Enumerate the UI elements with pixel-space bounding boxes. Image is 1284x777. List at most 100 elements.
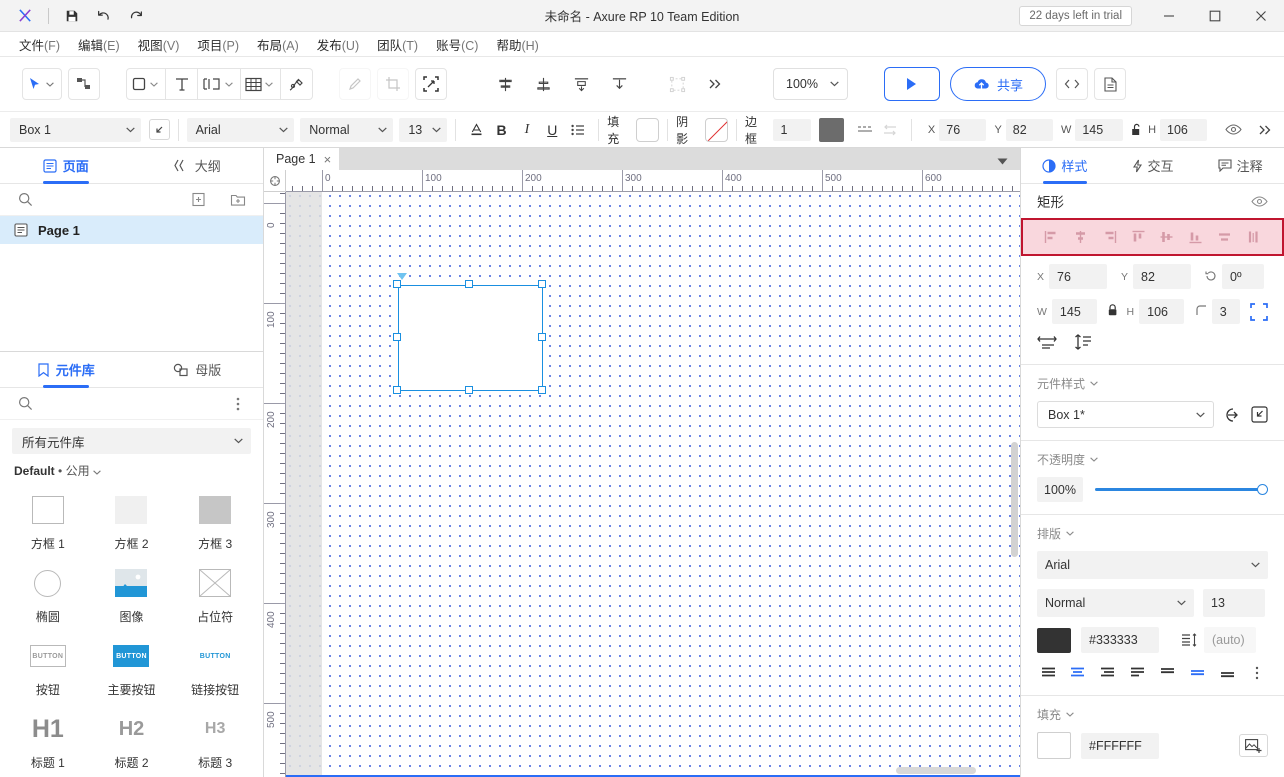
widget-ellipse[interactable]: 椭圆 <box>6 560 90 631</box>
canvas-tab-page-1[interactable]: Page 1 × <box>264 148 340 170</box>
h-input[interactable]: 106 <box>1160 118 1208 141</box>
menu-edit[interactable]: 编辑(E) <box>69 32 129 57</box>
chevron-down-icon[interactable] <box>262 81 276 87</box>
opacity-input[interactable]: 100% <box>1037 477 1083 502</box>
lock-open-icon[interactable] <box>1129 117 1147 143</box>
align-right-icon[interactable] <box>1098 227 1120 247</box>
fit-height-icon[interactable] <box>1073 334 1093 350</box>
canvas-horizontal-scrollbar[interactable] <box>896 767 976 774</box>
menu-publish[interactable]: 发布(U) <box>308 32 368 57</box>
tab-outline[interactable]: 大纲 <box>132 148 264 183</box>
font-size-select[interactable]: 13 <box>399 117 447 142</box>
widget-heading-3[interactable]: H3 标题 3 <box>173 706 257 777</box>
share-button[interactable]: 共享 <box>949 67 1046 101</box>
align-top-tool[interactable] <box>527 68 559 100</box>
widget-box-1[interactable]: 方框 1 <box>6 487 90 558</box>
chevron-down-icon[interactable] <box>147 81 161 87</box>
x-input[interactable]: 76 <box>939 118 987 141</box>
widget-style-select[interactable]: Box 1* <box>1037 401 1214 428</box>
save-icon[interactable] <box>57 3 87 29</box>
vertical-ruler[interactable]: 0 100 200 300 400 500 <box>264 192 286 777</box>
rectangle-shape-tool[interactable] <box>126 68 166 100</box>
group-tool[interactable] <box>661 68 693 100</box>
corner-radius-input[interactable]: 3 <box>1211 299 1240 324</box>
preview-play-button[interactable] <box>883 67 940 101</box>
font-color-swatch[interactable] <box>1037 627 1071 653</box>
eye-icon[interactable] <box>1221 117 1246 143</box>
resize-handle[interactable] <box>465 279 473 288</box>
library-breadcrumb[interactable]: Default • 公用 <box>0 458 263 487</box>
menu-help[interactable]: 帮助(H) <box>487 32 547 57</box>
ruler-origin-icon[interactable] <box>264 170 286 192</box>
y-input[interactable]: 82 <box>1133 264 1192 289</box>
font-color-icon[interactable] <box>464 117 489 143</box>
more-text-options-icon[interactable] <box>1246 663 1268 683</box>
menu-account[interactable]: 账号(C) <box>427 32 487 57</box>
widget-button[interactable]: BUTTON 按钮 <box>6 633 90 704</box>
arrow-style-icon[interactable] <box>878 117 903 143</box>
vertical-align-bottom-icon[interactable] <box>1216 663 1238 683</box>
opacity-slider-knob[interactable] <box>1257 484 1268 495</box>
search-icon[interactable] <box>14 189 36 211</box>
underline-button[interactable]: U <box>540 117 565 143</box>
font-family-select[interactable]: Arial <box>186 117 295 142</box>
tab-widget-library[interactable]: 元件库 <box>0 352 132 387</box>
generate-doc-button[interactable] <box>1094 68 1126 100</box>
resize-handle[interactable] <box>537 332 546 341</box>
maximize-icon[interactable] <box>1192 0 1238 32</box>
library-widgets-scroll[interactable]: 方框 1 方框 2 方框 3 椭圆 图像 占位符 BUTTON 按钮 BUTTO… <box>0 487 263 777</box>
font-style-select[interactable]: Normal <box>1037 589 1194 617</box>
selected-rectangle-widget[interactable] <box>398 285 543 391</box>
align-center-icon[interactable] <box>1069 227 1091 247</box>
line-style-icon[interactable] <box>852 117 877 143</box>
pen-tool[interactable] <box>281 68 313 100</box>
resize-handle[interactable] <box>537 279 546 288</box>
table-tool[interactable] <box>241 68 281 100</box>
text-align-left-icon[interactable] <box>1037 663 1059 683</box>
widget-box-3[interactable]: 方框 3 <box>173 487 257 558</box>
resize-handle[interactable] <box>392 332 401 341</box>
resize-handle[interactable] <box>537 385 546 394</box>
border-color-swatch[interactable] <box>818 117 845 142</box>
distribute-horizontal-icon[interactable] <box>1214 227 1236 247</box>
design-canvas[interactable] <box>286 192 1020 777</box>
undo-icon[interactable] <box>89 3 119 29</box>
zoom-level-select[interactable]: 100% <box>773 68 848 100</box>
align-left-icon[interactable] <box>1040 227 1062 247</box>
distribute-horizontal-tool[interactable] <box>565 68 597 100</box>
widget-box-2[interactable]: 方框 2 <box>90 487 174 558</box>
bold-button[interactable]: B <box>489 117 514 143</box>
align-bottom-icon[interactable] <box>1185 227 1207 247</box>
line-height-input[interactable]: (auto) <box>1204 627 1256 653</box>
widget-picker-icon[interactable] <box>149 119 170 140</box>
shadow-swatch[interactable] <box>704 117 729 142</box>
minimize-icon[interactable] <box>1146 0 1192 32</box>
tab-style[interactable]: 样式 <box>1021 148 1109 183</box>
pick-style-icon[interactable] <box>1251 406 1268 423</box>
menu-layout[interactable]: 布局(A) <box>248 32 308 57</box>
menu-team[interactable]: 团队(T) <box>368 32 427 57</box>
text-tool[interactable] <box>166 68 198 100</box>
align-top-icon[interactable] <box>1127 227 1149 247</box>
w-input[interactable]: 145 <box>1051 299 1097 324</box>
cursor-select-tool[interactable] <box>22 68 62 100</box>
fit-width-icon[interactable] <box>1037 334 1057 350</box>
align-middle-icon[interactable] <box>1156 227 1178 247</box>
add-folder-icon[interactable] <box>227 189 249 211</box>
opacity-slider[interactable] <box>1095 480 1268 500</box>
kebab-menu-icon[interactable] <box>227 393 249 415</box>
menu-file[interactable]: 文件(F) <box>10 32 69 57</box>
rotation-handle[interactable] <box>397 273 407 280</box>
library-select[interactable]: 所有元件库 <box>12 428 251 454</box>
x-input[interactable]: 76 <box>1049 264 1108 289</box>
canvas-vertical-scrollbar[interactable] <box>1011 442 1018 557</box>
distribute-vertical-tool[interactable] <box>603 68 635 100</box>
apply-style-icon[interactable] <box>1224 407 1241 423</box>
widget-heading-2[interactable]: H2 标题 2 <box>90 706 174 777</box>
distribute-vertical-icon[interactable] <box>1243 227 1265 247</box>
horizontal-ruler[interactable]: 0 100 200 300 400 500 600 <box>286 170 1020 192</box>
vertical-align-top-icon[interactable] <box>1156 663 1178 683</box>
font-color-hex-input[interactable]: #333333 <box>1081 627 1159 653</box>
alignment-toolbar-highlighted[interactable] <box>1021 218 1284 256</box>
chevron-down-icon[interactable] <box>222 81 236 87</box>
